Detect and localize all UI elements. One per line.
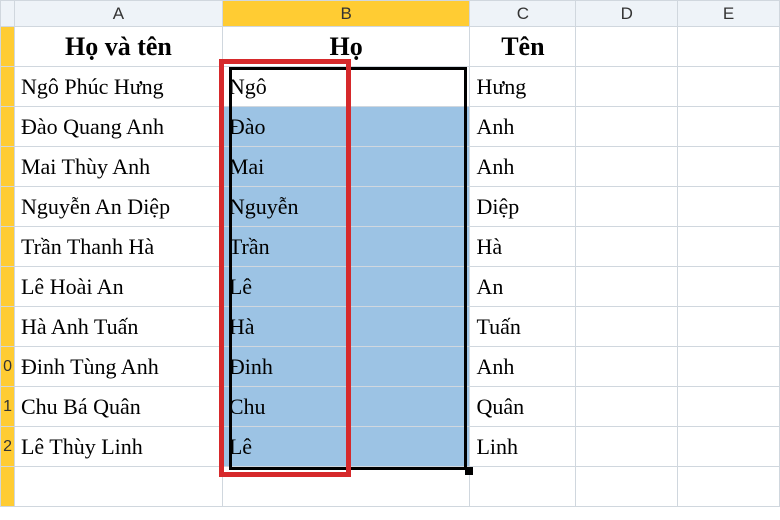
cell[interactable]: Họ và tên [14,27,222,67]
cell[interactable]: Lê [222,267,470,307]
col-header-A[interactable]: A [14,1,222,27]
cell[interactable]: Lê [222,427,470,467]
spreadsheet[interactable]: A B C D E Họ và tên Họ Tên Ngô Phúc Hưng… [0,0,780,507]
table-row: 1 Chu Bá Quân Chu Quân [1,387,780,427]
grid[interactable]: A B C D E Họ và tên Họ Tên Ngô Phúc Hưng… [0,0,780,507]
table-row: Mai Thùy Anh Mai Anh [1,147,780,187]
cell[interactable]: Chu Bá Quân [14,387,222,427]
cell[interactable] [14,467,222,507]
row-number[interactable] [1,467,15,507]
table-row [1,467,780,507]
cell[interactable]: Đinh Tùng Anh [14,347,222,387]
cell[interactable]: Hà [222,307,470,347]
table-row: Ngô Phúc Hưng Ngô Hưng [1,67,780,107]
row-number[interactable] [1,27,15,67]
cell[interactable]: Nguyễn An Diệp [14,187,222,227]
table-row: Hà Anh Tuấn Hà Tuấn [1,307,780,347]
cell[interactable] [678,387,780,427]
corner-cell[interactable] [1,1,15,27]
table-row: Trần Thanh Hà Trần Hà [1,227,780,267]
cell[interactable]: Họ [222,27,470,67]
cell[interactable] [576,467,678,507]
cell[interactable]: Anh [470,347,576,387]
cell[interactable] [678,67,780,107]
cell[interactable] [678,107,780,147]
cell[interactable]: Tên [470,27,576,67]
table-row: 0 Đinh Tùng Anh Đinh Anh [1,347,780,387]
cell[interactable] [678,467,780,507]
row-number[interactable]: 0 [1,347,15,387]
cell[interactable]: Quân [470,387,576,427]
cell[interactable] [678,147,780,187]
cell[interactable]: Ngô Phúc Hưng [14,67,222,107]
cell[interactable]: Ngô [222,67,470,107]
row-number[interactable] [1,267,15,307]
table-row: Đào Quang Anh Đào Anh [1,107,780,147]
cell[interactable]: Hà Anh Tuấn [14,307,222,347]
cell[interactable] [678,27,780,67]
cell[interactable] [576,107,678,147]
cell[interactable] [576,427,678,467]
cell[interactable] [576,27,678,67]
cell[interactable]: Hà [470,227,576,267]
cell[interactable]: Đào [222,107,470,147]
row-number[interactable] [1,307,15,347]
cell[interactable] [678,267,780,307]
cell[interactable]: Diệp [470,187,576,227]
row-number[interactable] [1,187,15,227]
row-number[interactable] [1,227,15,267]
cell[interactable] [576,307,678,347]
cell[interactable] [678,307,780,347]
col-header-E[interactable]: E [678,1,780,27]
cell[interactable]: Mai [222,147,470,187]
cell[interactable] [576,147,678,187]
cell[interactable] [678,187,780,227]
row-number[interactable] [1,67,15,107]
cell[interactable] [576,227,678,267]
cell[interactable]: Lê Thùy Linh [14,427,222,467]
col-header-B[interactable]: B [222,1,470,27]
cell[interactable]: Trần Thanh Hà [14,227,222,267]
cell[interactable]: Anh [470,147,576,187]
table-row: 2 Lê Thùy Linh Lê Linh [1,427,780,467]
table-header-row: Họ và tên Họ Tên [1,27,780,67]
cell[interactable]: Anh [470,107,576,147]
cell[interactable] [470,467,576,507]
cell[interactable]: An [470,267,576,307]
cell[interactable]: Lê Hoài An [14,267,222,307]
cell[interactable]: Trần [222,227,470,267]
cell[interactable]: Linh [470,427,576,467]
cell[interactable] [678,347,780,387]
cell[interactable] [678,427,780,467]
row-number[interactable] [1,147,15,187]
table-row: Lê Hoài An Lê An [1,267,780,307]
cell[interactable] [576,67,678,107]
cell[interactable] [678,227,780,267]
row-number[interactable] [1,107,15,147]
cell[interactable] [576,187,678,227]
col-header-C[interactable]: C [470,1,576,27]
cell[interactable]: Tuấn [470,307,576,347]
cell[interactable] [576,387,678,427]
col-header-D[interactable]: D [576,1,678,27]
cell[interactable]: Chu [222,387,470,427]
table-row: Nguyễn An Diệp Nguyễn Diệp [1,187,780,227]
cell[interactable] [222,467,470,507]
column-header-row: A B C D E [1,1,780,27]
cell[interactable]: Mai Thùy Anh [14,147,222,187]
cell[interactable] [576,267,678,307]
cell[interactable]: Đinh [222,347,470,387]
cell[interactable] [576,347,678,387]
cell[interactable]: Nguyễn [222,187,470,227]
row-number[interactable]: 1 [1,387,15,427]
cell[interactable]: Hưng [470,67,576,107]
cell[interactable]: Đào Quang Anh [14,107,222,147]
row-number[interactable]: 2 [1,427,15,467]
